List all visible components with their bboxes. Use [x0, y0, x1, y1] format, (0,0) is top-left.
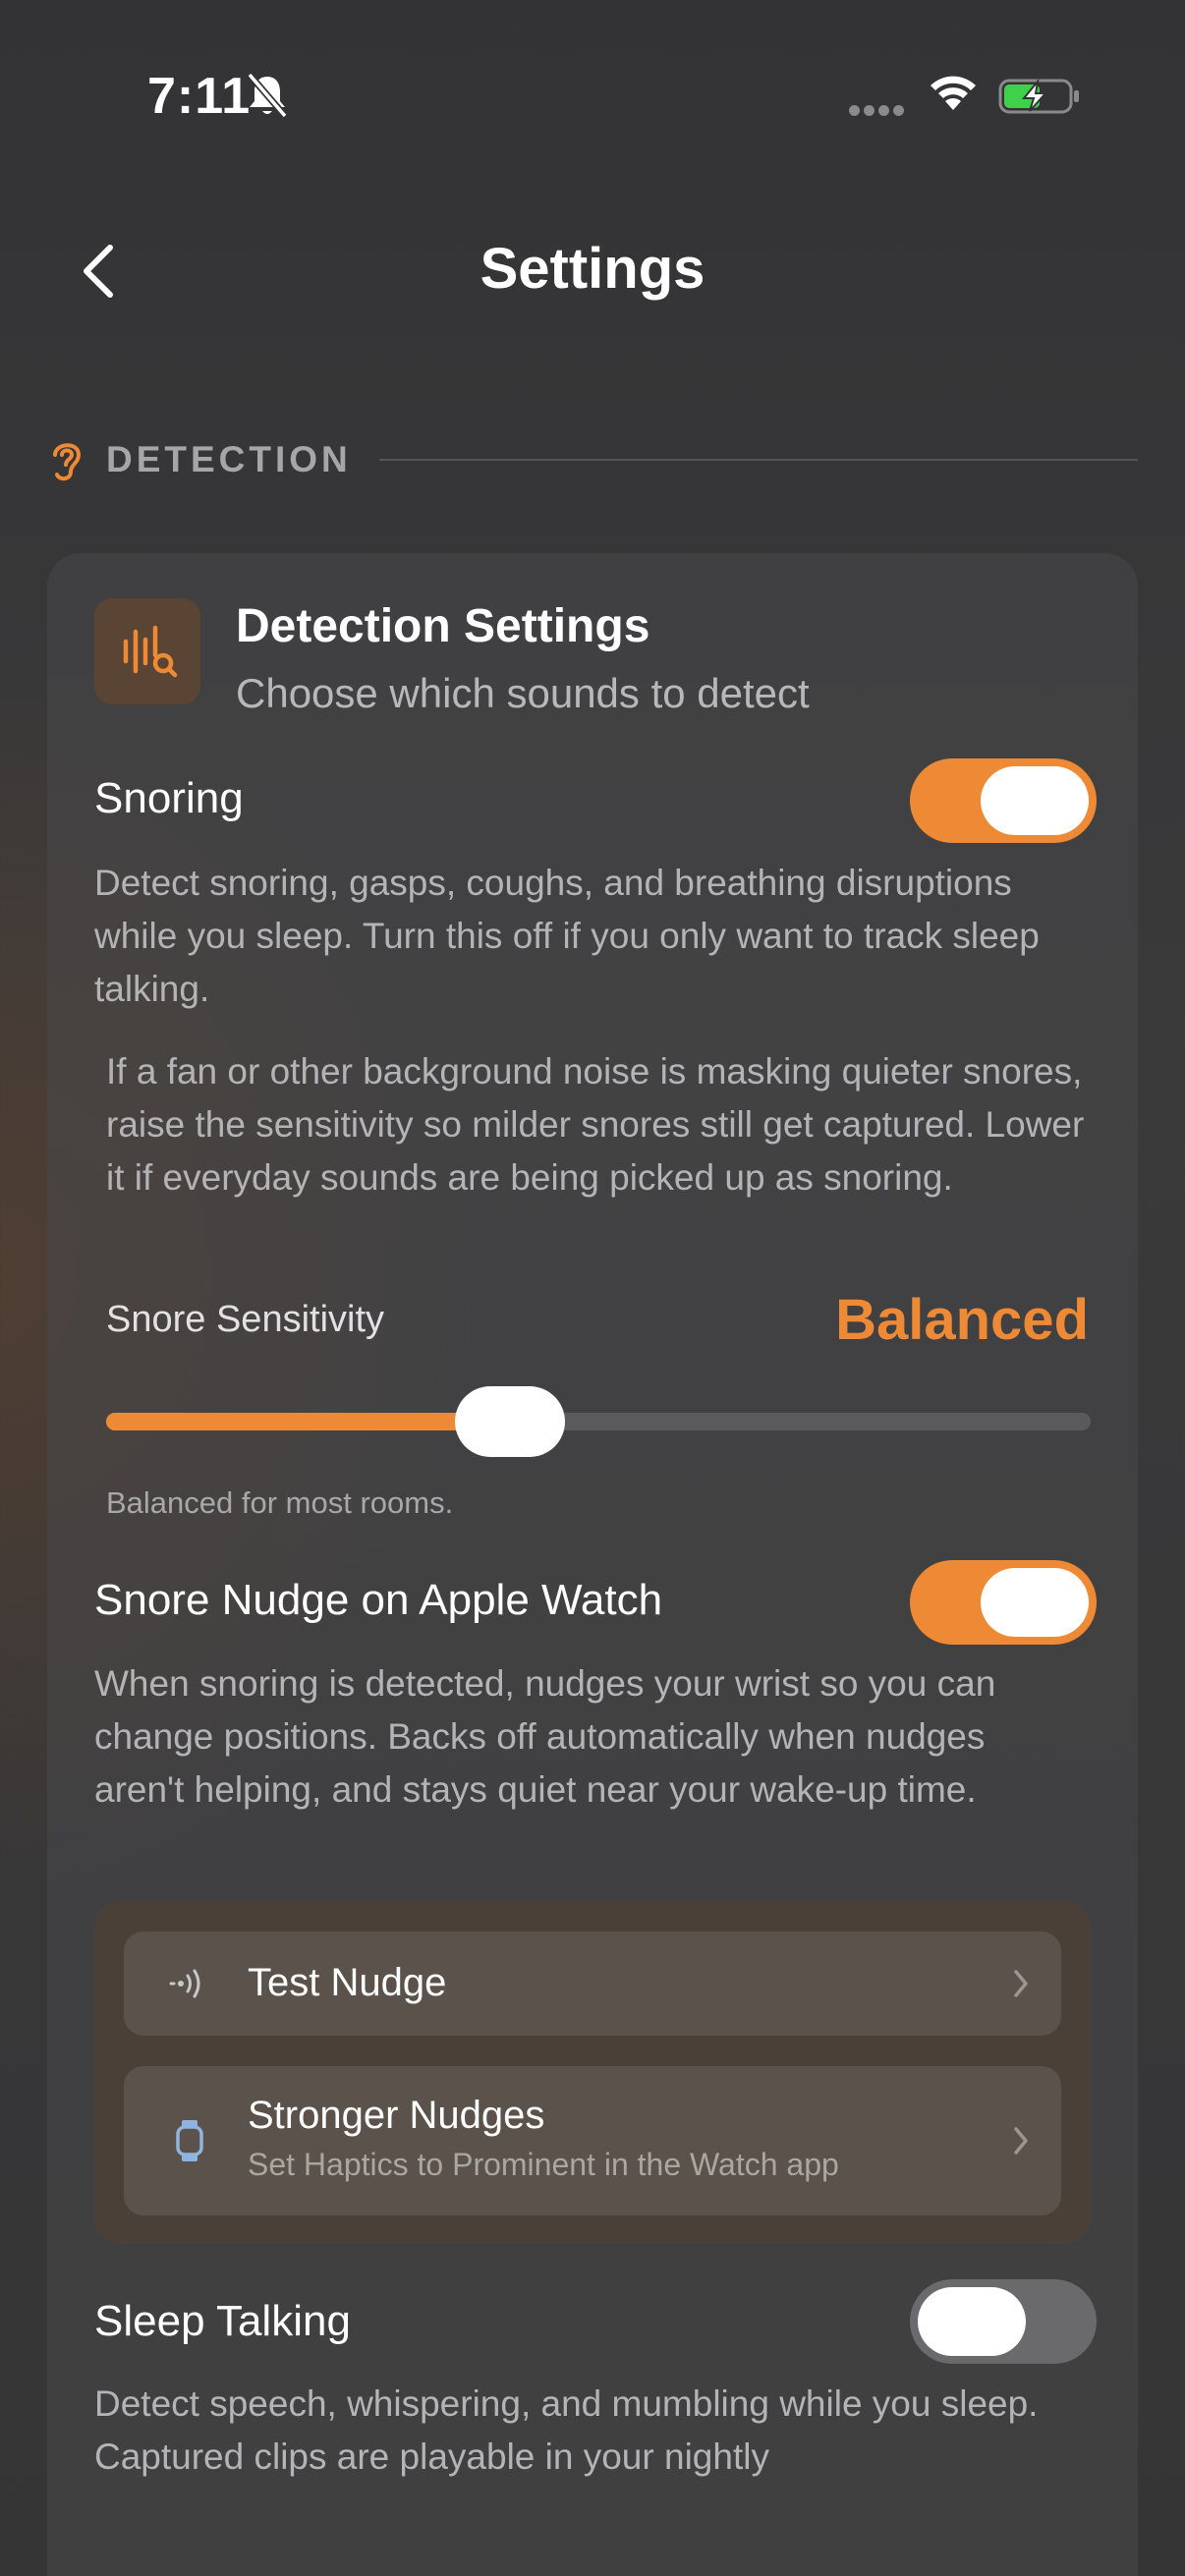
sleep-talking-label: Sleep Talking	[94, 2297, 351, 2345]
section-label: DETECTION	[106, 439, 352, 479]
haptic-wave-icon	[169, 1969, 200, 1998]
section-header-detection: DETECTION	[47, 430, 1138, 489]
snoring-description: Detect snoring, gasps, coughs, and breat…	[94, 863, 1040, 1009]
card-icon-tile	[94, 598, 200, 704]
sensitivity-label: Snore Sensitivity	[106, 1299, 385, 1340]
section-divider	[378, 459, 1138, 461]
slider-thumb[interactable]	[454, 1386, 565, 1457]
toggle-knob	[918, 2287, 1026, 2356]
sensitivity-help-text: If a fan or other background noise is ma…	[106, 1051, 1085, 1198]
page-title: Settings	[480, 237, 705, 301]
sleep-talking-description: Detect speech, whispering, and mumbling …	[94, 2383, 1039, 2477]
watch-icon	[176, 2120, 203, 2161]
snoring-label: Snoring	[94, 774, 244, 822]
toggle-knob	[981, 1568, 1089, 1637]
test-nudge-title: Test Nudge	[248, 1961, 447, 2004]
snore-nudge-description: When snoring is detected, nudges your wr…	[94, 1663, 996, 1810]
sensitivity-hint: Balanced for most rooms.	[106, 1485, 454, 1520]
toggle-knob	[981, 766, 1089, 835]
sensitivity-value: Balanced	[835, 1288, 1089, 1352]
status-time: 7:11	[147, 68, 252, 125]
snore-nudge-label: Snore Nudge on Apple Watch	[94, 1576, 663, 1624]
cellular-dots-icon	[849, 103, 908, 121]
sensitivity-slider[interactable]	[106, 1386, 1091, 1457]
snore-nudge-toggle[interactable]	[910, 1560, 1097, 1645]
stronger-nudges-subtitle: Set Haptics to Prominent in the Watch ap…	[248, 2147, 839, 2182]
test-nudge-row[interactable]: Test Nudge	[124, 1932, 1061, 2036]
ear-icon	[53, 443, 82, 481]
waveform-search-icon	[123, 625, 178, 678]
stronger-nudges-title: Stronger Nudges	[248, 2094, 545, 2137]
chevron-right-icon	[1014, 1970, 1028, 1997]
battery-charging-icon	[998, 78, 1079, 114]
card-title: Detection Settings	[236, 600, 650, 652]
sleep-talking-toggle[interactable]	[910, 2279, 1097, 2364]
wifi-icon	[931, 76, 976, 110]
stronger-nudges-row[interactable]: Stronger Nudges Set Haptics to Prominent…	[124, 2066, 1061, 2215]
snoring-toggle[interactable]	[910, 758, 1097, 843]
status-bar: 7:11	[0, 0, 1185, 196]
bell-slash-icon	[247, 72, 288, 119]
slider-fill	[106, 1413, 510, 1430]
chevron-right-icon	[1014, 2127, 1028, 2155]
card-subtitle: Choose which sounds to detect	[236, 670, 810, 716]
